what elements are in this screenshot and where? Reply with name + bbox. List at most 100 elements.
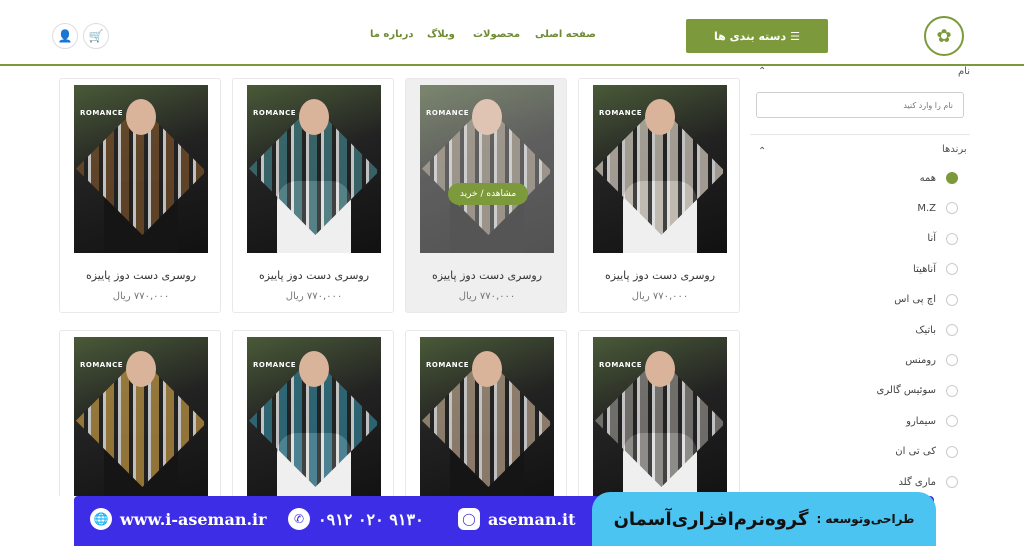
brand-radio[interactable] <box>946 415 958 428</box>
categories-button-label: دسته بندی ها <box>714 29 787 43</box>
product-card[interactable]: ROMANCE <box>232 330 394 510</box>
brand-radio[interactable] <box>946 263 958 276</box>
product-image[interactable]: ROMANCE <box>74 337 208 505</box>
model-face <box>299 99 329 135</box>
product-image[interactable]: ROMANCE <box>420 337 554 505</box>
brand-watermark: ROMANCE <box>426 109 470 117</box>
brand-option[interactable]: کی تی ان <box>758 443 958 461</box>
product-price: ۷۷۰,۰۰۰ ریال <box>631 291 689 302</box>
brand-label: باتیک <box>915 324 936 336</box>
brand-watermark: ROMANCE <box>80 361 124 369</box>
brand-label: ماری گلد <box>898 476 936 488</box>
brand-option[interactable]: ماری گلد <box>758 473 958 491</box>
model-face <box>126 99 156 135</box>
product-image[interactable]: ROMANCE <box>593 85 727 253</box>
brand-label: رومنس <box>905 354 936 366</box>
brand-filter-title: برندها <box>942 144 967 155</box>
brand-watermark: ROMANCE <box>80 109 124 117</box>
brand-label: سیمارو <box>906 415 936 427</box>
model-face <box>299 351 329 387</box>
website-contact[interactable]: 🌐 www.i-aseman.ir <box>90 508 267 530</box>
instagram-contact[interactable]: ◯ aseman.it <box>458 508 576 530</box>
product-image[interactable]: ROMANCE <box>247 85 381 253</box>
product-card[interactable]: ROMANCE روسری دست دوز پاییزه ۷۷۰,۰۰۰ ریال <box>578 78 740 313</box>
model-face <box>645 351 675 387</box>
product-image[interactable]: ROMANCE <box>74 85 208 253</box>
brand-radio[interactable] <box>946 354 958 367</box>
brand-radio[interactable] <box>946 324 958 336</box>
menu-icon: ☰ <box>790 29 800 43</box>
model-face <box>472 351 502 387</box>
brand-label: M.Z <box>917 202 936 214</box>
globe-icon: 🌐 <box>90 508 112 530</box>
product-image[interactable]: ROMANCE <box>593 337 727 505</box>
brand-radio[interactable] <box>946 293 958 306</box>
brand-label: اچ پی اس <box>894 294 936 306</box>
brand-option[interactable]: باتیک <box>758 321 958 339</box>
name-filter-title: نام <box>957 66 970 77</box>
model-face <box>645 99 675 135</box>
categories-button[interactable]: ☰ دسته بندی ها <box>686 19 828 53</box>
brand-option[interactable]: رومنس <box>758 351 958 369</box>
product-title[interactable]: روسری دست دوز پاییزه <box>579 269 741 282</box>
instagram-icon: ◯ <box>458 508 480 530</box>
product-card[interactable]: ROMANCE روسری دست دوز پاییزه ۷۷۰,۰۰۰ ریال <box>59 78 221 313</box>
brand-label: آنا <box>927 233 936 245</box>
company-badge: طراحی‌وتوسعه : گروه‌نرم‌افزاری‌آسمان <box>592 492 936 546</box>
leaf-logo-icon[interactable]: ✿ <box>924 16 964 56</box>
website-url: www.i-aseman.ir <box>120 509 267 529</box>
brand-radio[interactable] <box>946 202 958 215</box>
brand-watermark: ROMANCE <box>426 361 470 369</box>
company-name: گروه‌نرم‌افزاری‌آسمان <box>613 508 809 530</box>
brand-option[interactable]: اچ پی اس <box>758 291 958 309</box>
nav-products[interactable]: محصولات <box>473 29 520 40</box>
chevron-up-icon[interactable]: ⌃ <box>758 66 766 77</box>
nav-blog[interactable]: وبلاگ <box>427 29 455 40</box>
model-face <box>126 351 156 387</box>
brand-watermark: ROMANCE <box>599 361 643 369</box>
brand-option[interactable]: سیمارو <box>758 412 958 430</box>
product-title[interactable]: روسری دست دوز پاییزه <box>60 269 222 282</box>
user-icon[interactable]: 👤 <box>52 23 78 49</box>
name-search-input[interactable] <box>756 92 964 118</box>
product-card[interactable]: ROMANCE <box>405 330 567 510</box>
instagram-handle: aseman.it <box>488 509 576 529</box>
brand-option[interactable]: آناهیتا <box>758 260 958 278</box>
cart-icon[interactable]: 🛒 <box>83 23 109 49</box>
brand-radio[interactable] <box>946 384 958 397</box>
nav-home[interactable]: صفحه اصلی <box>535 29 596 40</box>
brand-label: همه <box>919 172 936 184</box>
view-buy-button[interactable]: مشاهده / خرید <box>448 183 528 205</box>
product-title[interactable]: روسری دست دوز پاییزه <box>406 269 568 282</box>
brand-option[interactable]: سوئیس گالری <box>758 382 958 400</box>
brand-watermark: ROMANCE <box>599 109 643 117</box>
brand-watermark: ROMANCE <box>253 361 297 369</box>
brand-option[interactable]: همه <box>758 169 958 187</box>
phone-number: ۰۹۱۲ ۰۲۰ ۹۱۳۰ <box>318 509 424 529</box>
product-image[interactable]: ROMANCE <box>247 337 381 505</box>
filter-divider <box>750 134 970 135</box>
product-image[interactable]: ROMANCE <box>420 85 554 253</box>
model-face <box>472 99 502 135</box>
brand-radio[interactable] <box>946 476 958 488</box>
phone-contact[interactable]: ✆ ۰۹۱۲ ۰۲۰ ۹۱۳۰ <box>288 508 424 530</box>
product-card[interactable]: ROMANCE مشاهده / خرید روسری دست دوز پاییزه… <box>405 78 567 313</box>
product-price: ۷۷۰,۰۰۰ ریال <box>285 291 343 302</box>
brand-radio[interactable] <box>946 172 958 184</box>
phone-icon: ✆ <box>288 508 310 530</box>
brand-option[interactable]: M.Z <box>758 199 958 217</box>
brand-watermark: ROMANCE <box>253 109 297 117</box>
chevron-up-icon[interactable]: ⌃ <box>758 146 766 157</box>
product-price: ۷۷۰,۰۰۰ ریال <box>458 291 516 302</box>
product-price: ۷۷۰,۰۰۰ ریال <box>112 291 170 302</box>
product-card[interactable]: ROMANCE <box>59 330 221 510</box>
brand-label: آناهیتا <box>913 263 936 275</box>
product-card[interactable]: ROMANCE روسری دست دوز پاییزه ۷۷۰,۰۰۰ ریال <box>232 78 394 313</box>
company-prefix: طراحی‌وتوسعه : <box>816 512 915 526</box>
brand-option[interactable]: آنا <box>758 230 958 248</box>
nav-about[interactable]: درباره ما <box>370 29 414 40</box>
product-title[interactable]: روسری دست دوز پاییزه <box>233 269 395 282</box>
product-card[interactable]: ROMANCE <box>578 330 740 510</box>
brand-radio[interactable] <box>946 445 958 458</box>
brand-radio[interactable] <box>946 232 958 245</box>
